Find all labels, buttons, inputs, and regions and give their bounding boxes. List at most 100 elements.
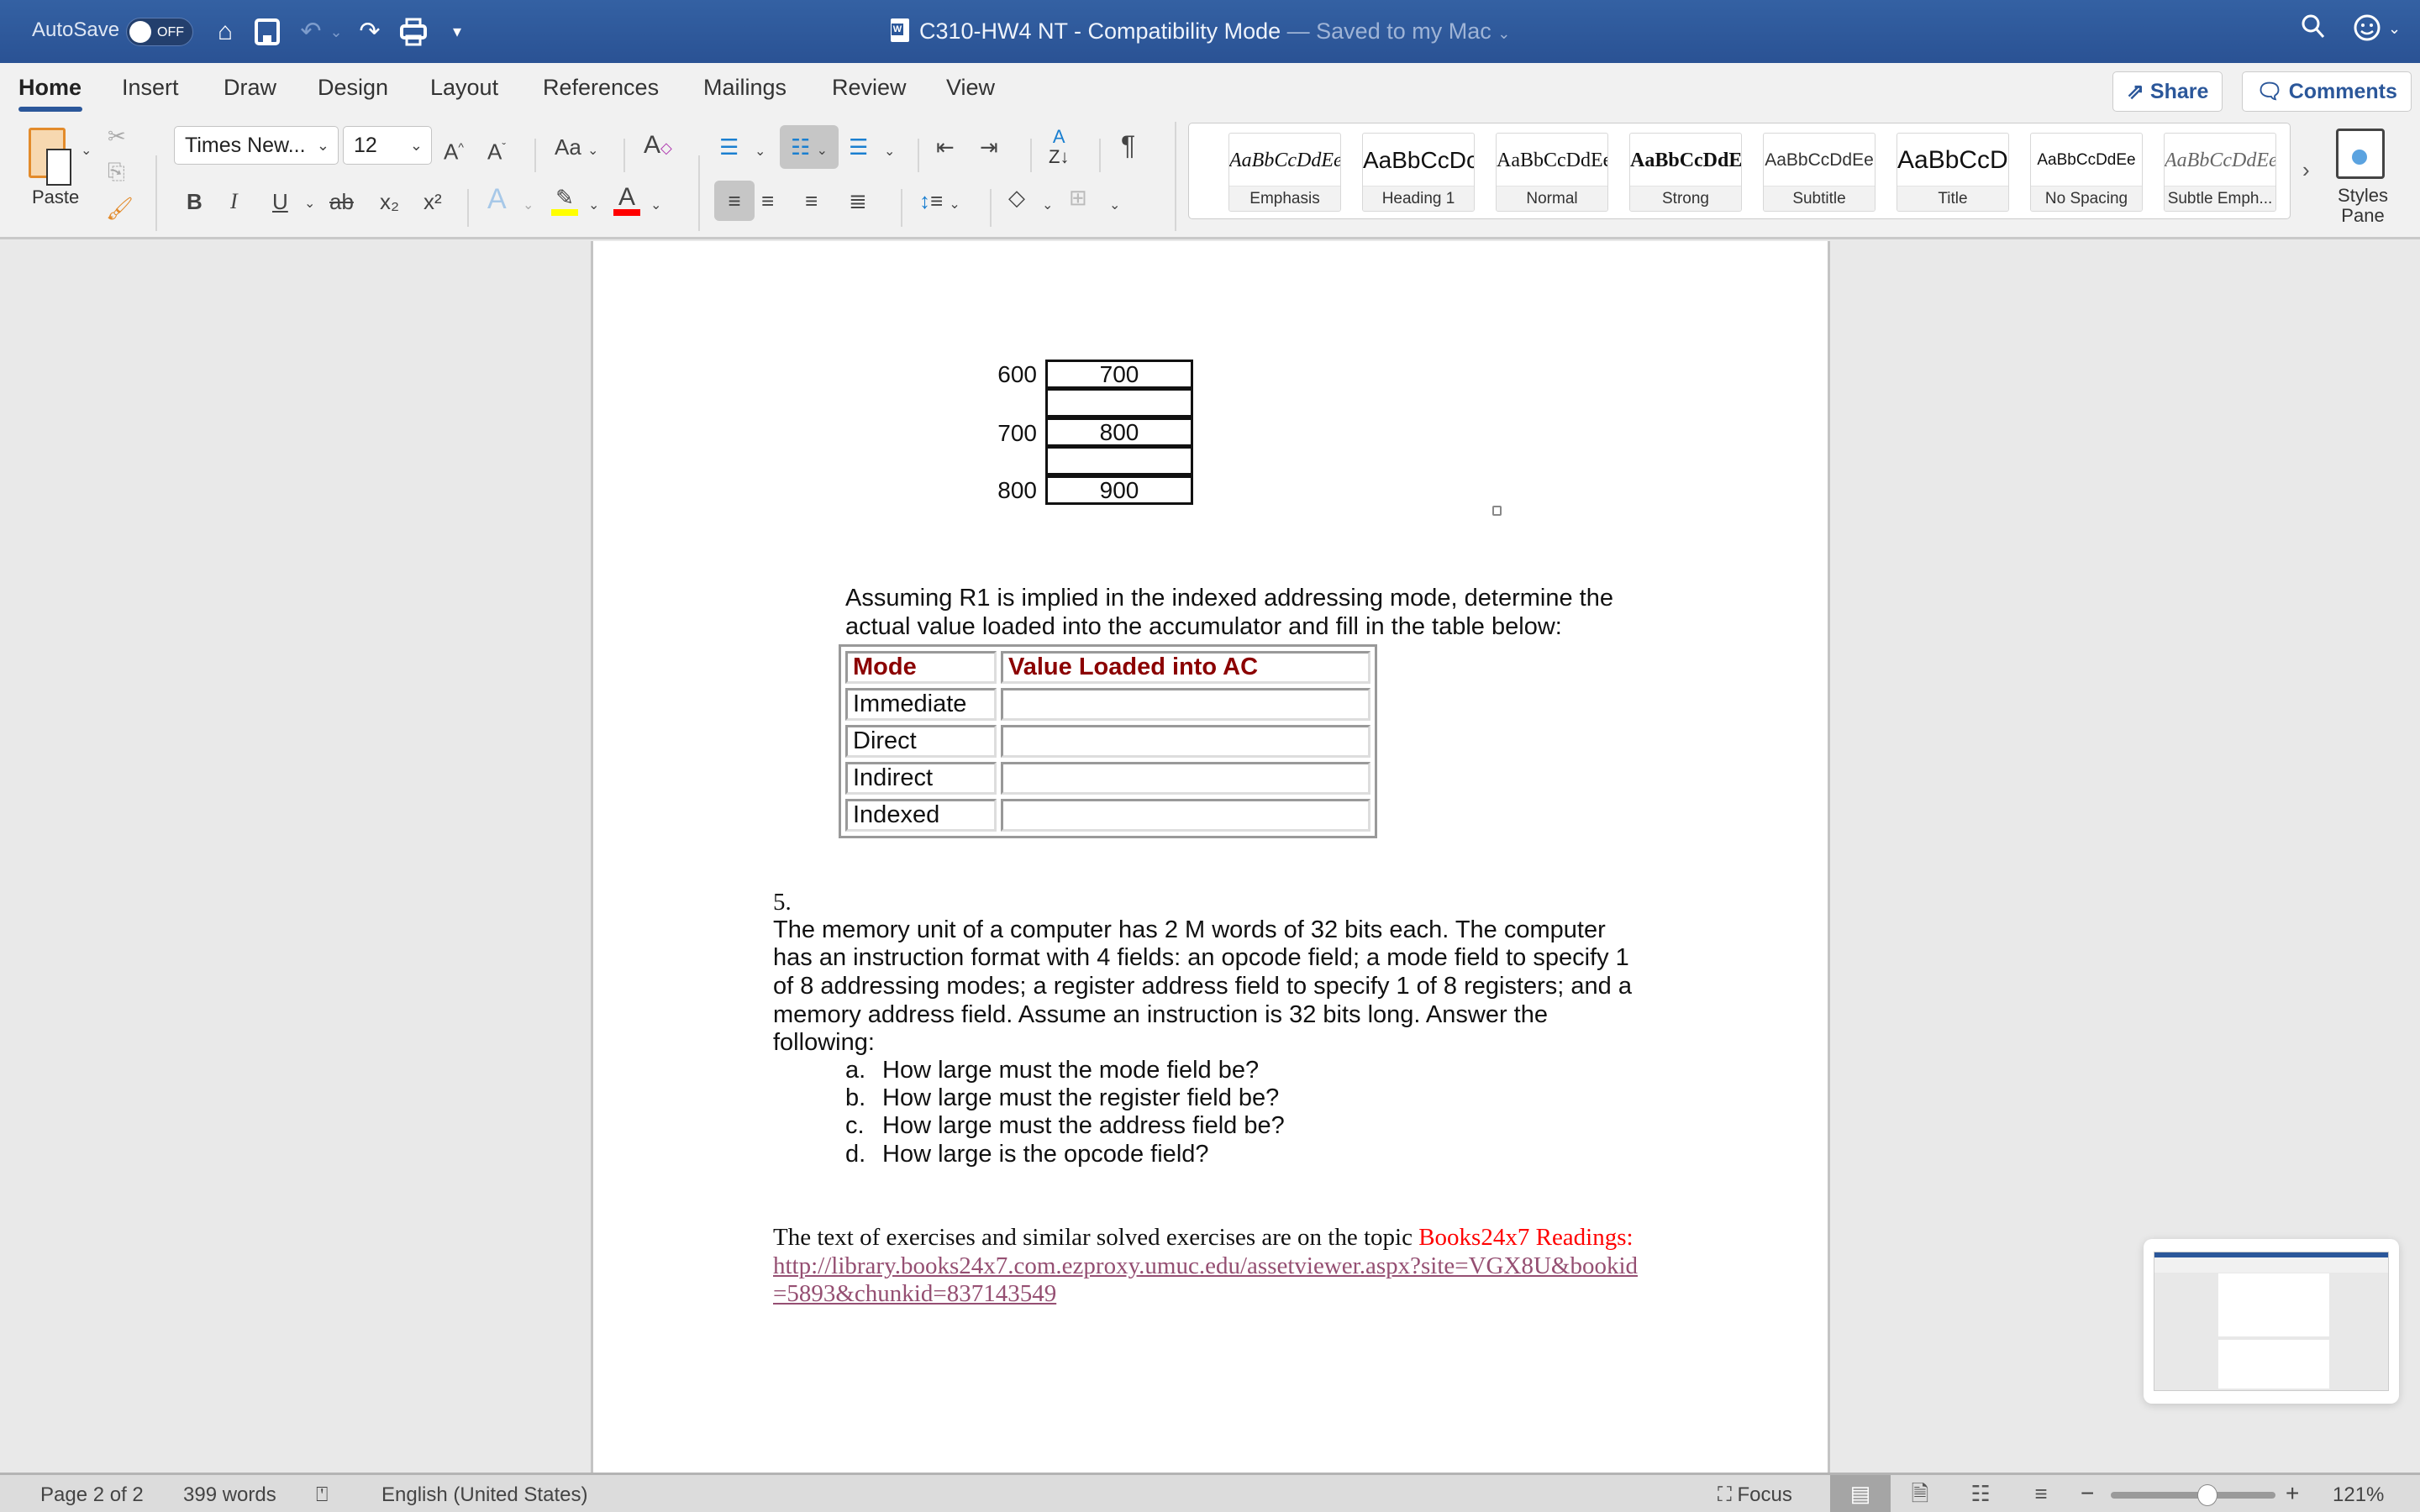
tab-layout[interactable]: Layout bbox=[430, 75, 498, 101]
borders-dropdown-icon[interactable]: ⌄ bbox=[1109, 189, 1120, 223]
reference-link-continued[interactable]: =5893&chunkid=837143549 bbox=[773, 1280, 1056, 1308]
share-button[interactable]: ⇗ Share bbox=[2112, 71, 2223, 112]
justify-button[interactable]: ≣ bbox=[849, 184, 867, 218]
print-layout-view-button[interactable]: ▤ bbox=[1830, 1475, 1891, 1512]
undo-dropdown-icon[interactable]: ⌄ bbox=[328, 15, 345, 49]
style-strong[interactable]: AaBbCcDdE Strong bbox=[1629, 133, 1742, 212]
bullets-dropdown-icon[interactable]: ⌄ bbox=[755, 135, 765, 169]
gallery-next-arrow-icon[interactable]: › bbox=[2302, 157, 2310, 183]
strikethrough-button[interactable]: ab bbox=[329, 185, 354, 218]
font-name-select[interactable]: Times New... ⌄ bbox=[174, 126, 339, 165]
highlight-dropdown-icon[interactable]: ⌄ bbox=[588, 189, 599, 223]
tab-mailings[interactable]: Mailings bbox=[703, 75, 786, 101]
style-sample: AaBbCcDc bbox=[1897, 146, 2008, 174]
draft-view-button[interactable]: ≡ bbox=[2023, 1475, 2059, 1512]
feedback-chevron-icon[interactable]: ⌄ bbox=[2388, 20, 2401, 38]
table-cell-value[interactable] bbox=[1001, 725, 1370, 758]
italic-button[interactable]: I bbox=[230, 185, 238, 218]
show-formatting-icon[interactable]: ¶ bbox=[1121, 129, 1135, 162]
autosave-toggle[interactable]: OFF bbox=[126, 18, 193, 46]
sub-question-text: How large is the opcode field? bbox=[882, 1141, 1209, 1168]
save-icon[interactable] bbox=[250, 15, 284, 49]
align-right-button[interactable]: ≡ bbox=[805, 184, 818, 218]
search-icon[interactable] bbox=[2301, 13, 2326, 47]
decrease-indent-icon[interactable]: ⇤ bbox=[936, 130, 955, 164]
multilevel-dropdown-icon[interactable]: ⌄ bbox=[884, 135, 895, 169]
word-count[interactable]: 399 words bbox=[183, 1483, 276, 1507]
style-no-spacing[interactable]: AaBbCcDdEe No Spacing bbox=[2030, 133, 2143, 212]
focus-button[interactable]: ⛶ Focus bbox=[1718, 1483, 1792, 1507]
align-center-button[interactable]: ≡ bbox=[761, 184, 774, 218]
tab-view[interactable]: View bbox=[946, 75, 995, 101]
tab-draw[interactable]: Draw bbox=[224, 75, 276, 101]
multilevel-list-icon[interactable]: ☰ bbox=[849, 130, 868, 164]
customize-qat-icon[interactable]: ▾ bbox=[440, 15, 474, 49]
shading-icon[interactable]: ◇ bbox=[1008, 181, 1025, 214]
home-icon[interactable]: ⌂ bbox=[208, 15, 242, 49]
style-emphasis[interactable]: AaBbCcDdEe Emphasis bbox=[1228, 133, 1341, 212]
font-size-select[interactable]: 12 ⌄ bbox=[343, 126, 432, 165]
subscript-button[interactable]: x₂ bbox=[380, 185, 399, 218]
clear-formatting-icon[interactable]: A◇ bbox=[644, 129, 672, 165]
tab-insert[interactable]: Insert bbox=[122, 75, 179, 101]
table-cell-value[interactable] bbox=[1001, 688, 1370, 721]
highlight-icon[interactable]: ✎ bbox=[551, 181, 578, 216]
zoom-out-button[interactable]: − bbox=[2081, 1480, 2094, 1507]
language-indicator[interactable]: English (United States) bbox=[381, 1483, 587, 1507]
underline-button[interactable]: U bbox=[272, 185, 288, 218]
underline-dropdown-icon[interactable]: ⌄ bbox=[304, 187, 315, 221]
sub-question: a. How large must the mode field be? bbox=[845, 1057, 1259, 1084]
question-line: memory address field. Assume an instruct… bbox=[773, 1001, 1548, 1028]
font-color-dropdown-icon[interactable]: ⌄ bbox=[650, 189, 661, 223]
text-effects-dropdown-icon[interactable]: ⌄ bbox=[523, 189, 534, 223]
tab-home[interactable]: Home bbox=[18, 75, 82, 101]
increase-indent-icon[interactable]: ⇥ bbox=[980, 130, 998, 164]
superscript-button[interactable]: x² bbox=[424, 185, 442, 218]
zoom-slider-handle[interactable] bbox=[2196, 1484, 2217, 1506]
grow-font-icon[interactable]: A^ bbox=[444, 130, 464, 169]
style-subtitle[interactable]: AaBbCcDdEe Subtitle bbox=[1763, 133, 1876, 212]
zoom-slider[interactable] bbox=[2111, 1484, 2275, 1506]
window-thumbnail-preview[interactable] bbox=[2144, 1239, 2399, 1404]
feedback-smiley-icon[interactable] bbox=[2353, 13, 2381, 49]
bold-button[interactable]: B bbox=[187, 185, 203, 218]
outline-view-button[interactable]: ☷ bbox=[1963, 1475, 1998, 1512]
sort-icon[interactable]: A Z↓ bbox=[1049, 127, 1069, 167]
document-title[interactable]: C310-HW4 NT - Compatibility Mode — Saved… bbox=[891, 18, 1510, 45]
bullets-icon[interactable]: ☰ bbox=[719, 130, 739, 164]
text-effects-icon[interactable]: A bbox=[487, 182, 507, 216]
shading-dropdown-icon[interactable]: ⌄ bbox=[1042, 189, 1053, 223]
proofing-icon[interactable]: ⍞ bbox=[316, 1483, 328, 1507]
tab-references[interactable]: References bbox=[543, 75, 659, 101]
instructions-line-2: actual value loaded into the accumulator… bbox=[845, 613, 1562, 640]
line-spacing-icon[interactable]: ↕≡ ⌄ bbox=[919, 184, 960, 222]
align-left-button[interactable]: ≡ bbox=[714, 181, 755, 221]
undo-icon[interactable]: ↶ bbox=[294, 15, 328, 49]
table-cell-value[interactable] bbox=[1001, 799, 1370, 832]
style-subtle-emphasis[interactable]: AaBbCcDdEe Subtle Emph... bbox=[2164, 133, 2276, 212]
cut-icon[interactable]: ✂ bbox=[108, 123, 126, 150]
web-layout-view-button[interactable]: 🗎 bbox=[1902, 1475, 1938, 1512]
print-icon[interactable] bbox=[397, 15, 430, 49]
style-normal[interactable]: AaBbCcDdEe Normal bbox=[1496, 133, 1608, 212]
borders-icon[interactable]: ⊞ bbox=[1069, 181, 1087, 214]
object-anchor-handle[interactable] bbox=[1492, 506, 1502, 516]
style-title[interactable]: AaBbCcDc Title bbox=[1897, 133, 2009, 212]
zoom-percentage[interactable]: 121% bbox=[2333, 1483, 2384, 1507]
zoom-in-button[interactable]: + bbox=[2286, 1480, 2299, 1507]
page-indicator[interactable]: Page 2 of 2 bbox=[40, 1483, 144, 1507]
numbering-icon[interactable]: ☷ ⌄ bbox=[780, 125, 839, 169]
change-case-button[interactable]: Aa ⌄ bbox=[555, 130, 598, 168]
format-painter-icon[interactable]: 🖌 bbox=[106, 196, 134, 222]
copy-icon[interactable]: ⎘ bbox=[108, 159, 125, 186]
redo-icon[interactable]: ↷ bbox=[353, 15, 387, 49]
style-heading-1[interactable]: AaBbCcDc Heading 1 bbox=[1362, 133, 1475, 212]
font-color-icon[interactable]: A bbox=[613, 181, 640, 216]
shrink-font-icon[interactable]: Aˇ bbox=[487, 130, 506, 169]
paste-dropdown-icon[interactable]: ⌄ bbox=[81, 134, 92, 168]
tab-review[interactable]: Review bbox=[832, 75, 907, 101]
table-cell-value[interactable] bbox=[1001, 762, 1370, 795]
reference-link[interactable]: http://library.books24x7.com.ezproxy.umu… bbox=[773, 1252, 1638, 1280]
comments-button[interactable]: 🗨 Comments bbox=[2242, 71, 2412, 112]
tab-design[interactable]: Design bbox=[318, 75, 388, 101]
